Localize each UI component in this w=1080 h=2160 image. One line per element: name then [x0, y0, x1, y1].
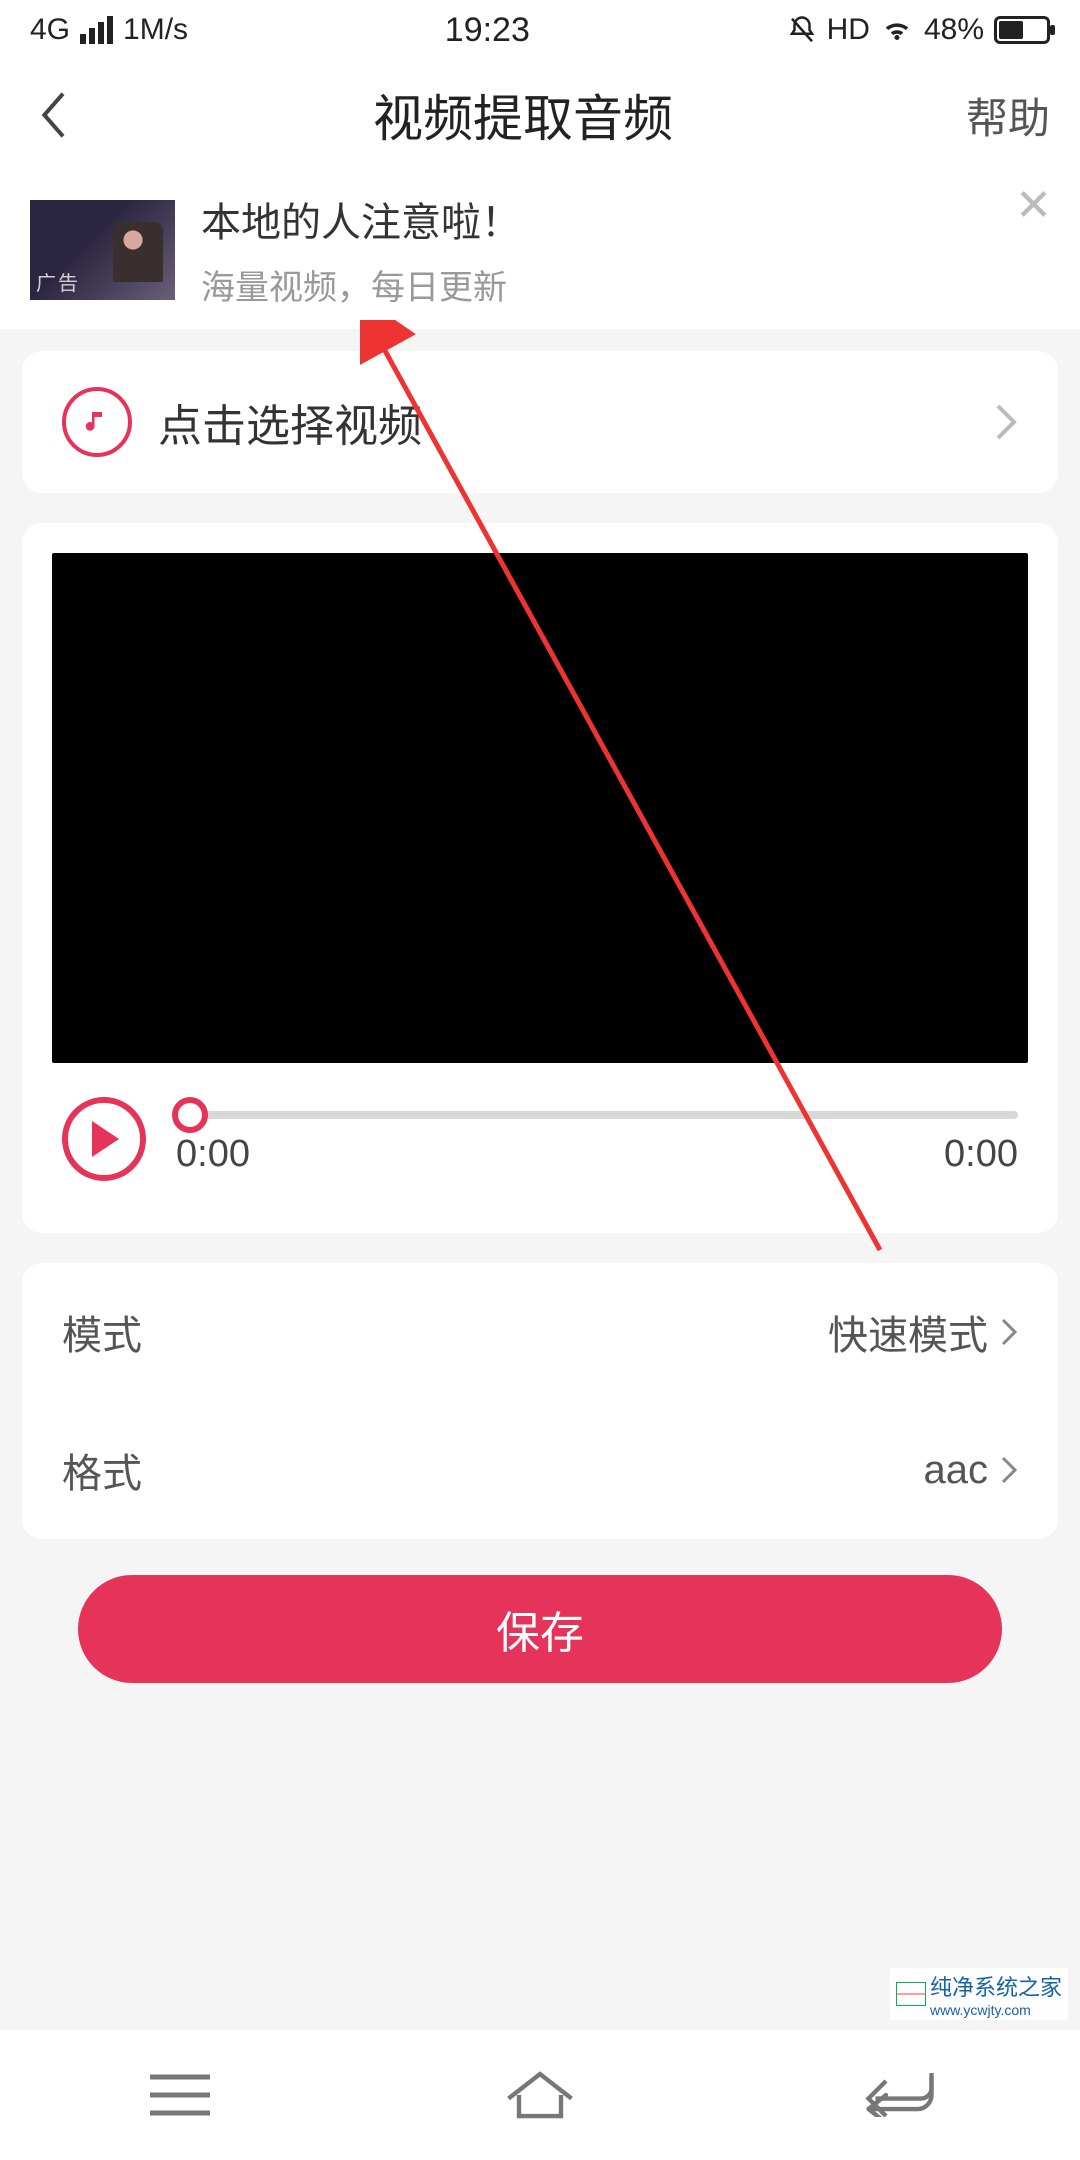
slider-thumb[interactable] — [172, 1097, 208, 1133]
mute-icon — [787, 15, 817, 45]
mode-row[interactable]: 模式 快速模式 — [22, 1263, 1058, 1401]
track-area: 0:00 0:00 — [176, 1103, 1018, 1176]
select-video-button[interactable]: 点击选择视频 — [22, 351, 1058, 493]
signal-icon — [80, 16, 113, 44]
select-video-label: 点击选择视频 — [158, 390, 968, 454]
format-label: 格式 — [62, 1441, 142, 1499]
status-left: 4G 1M/s — [30, 13, 188, 47]
help-button[interactable]: 帮助 — [966, 85, 1050, 146]
status-bar: 4G 1M/s 19:23 HD 48% — [0, 0, 1080, 60]
music-icon — [62, 387, 132, 457]
ad-close-button[interactable]: ✕ — [1015, 184, 1052, 228]
status-time: 19:23 — [445, 11, 530, 50]
ad-thumbnail: 广告 — [30, 200, 175, 300]
back-icon — [865, 2073, 935, 2117]
hd-label: HD — [827, 13, 870, 47]
ad-subtitle: 海量视频，每日更新 — [201, 260, 521, 309]
format-row[interactable]: 格式 aac — [22, 1401, 1058, 1539]
recent-apps-button[interactable] — [120, 2065, 240, 2125]
system-nav-bar — [0, 2030, 1080, 2160]
save-label: 保存 — [496, 1597, 584, 1661]
back-nav-button[interactable] — [840, 2065, 960, 2125]
battery-icon — [994, 16, 1050, 44]
battery-percent: 48% — [924, 13, 984, 47]
network-speed: 1M/s — [123, 13, 188, 47]
chevron-right-icon — [1000, 1317, 1018, 1347]
current-time: 0:00 — [176, 1133, 250, 1176]
chevron-right-icon — [1000, 1455, 1018, 1485]
chevron-right-icon — [994, 402, 1018, 442]
home-icon — [505, 2070, 575, 2120]
total-time: 0:00 — [944, 1133, 1018, 1176]
play-button[interactable] — [62, 1097, 146, 1181]
back-button[interactable] — [30, 90, 80, 140]
ad-title: 本地的人注意啦！ — [201, 190, 521, 248]
mode-label: 模式 — [62, 1303, 142, 1361]
wifi-icon — [880, 15, 914, 45]
chevron-left-icon — [39, 91, 71, 139]
watermark-text: 纯净系统之家 — [930, 1975, 1062, 2000]
ad-badge: 广告 — [36, 267, 80, 296]
ad-banner[interactable]: 广告 本地的人注意啦！ 海量视频，每日更新 ✕ — [0, 170, 1080, 329]
title-bar: 视频提取音频 帮助 — [0, 60, 1080, 170]
play-icon — [88, 1121, 120, 1157]
home-button[interactable] — [480, 2065, 600, 2125]
watermark-logo-icon — [896, 1982, 926, 2006]
watermark-url: www.ycwjty.com — [930, 2002, 1062, 2018]
network-type: 4G — [30, 13, 70, 47]
status-right: HD 48% — [787, 13, 1050, 47]
time-labels: 0:00 0:00 — [176, 1133, 1018, 1176]
mode-value: 快速模式 — [828, 1303, 988, 1361]
video-preview[interactable] — [52, 553, 1028, 1063]
menu-icon — [150, 2073, 210, 2117]
watermark: 纯净系统之家 www.ycwjty.com — [890, 1968, 1068, 2020]
settings-card: 模式 快速模式 格式 aac — [22, 1263, 1058, 1539]
ad-text: 本地的人注意啦！ 海量视频，每日更新 — [201, 190, 521, 309]
player-card: 0:00 0:00 — [22, 523, 1058, 1233]
page-title: 视频提取音频 — [373, 79, 673, 151]
save-button[interactable]: 保存 — [78, 1575, 1002, 1683]
player-controls: 0:00 0:00 — [52, 1097, 1028, 1203]
format-value: aac — [924, 1448, 989, 1493]
progress-slider[interactable] — [176, 1111, 1018, 1119]
